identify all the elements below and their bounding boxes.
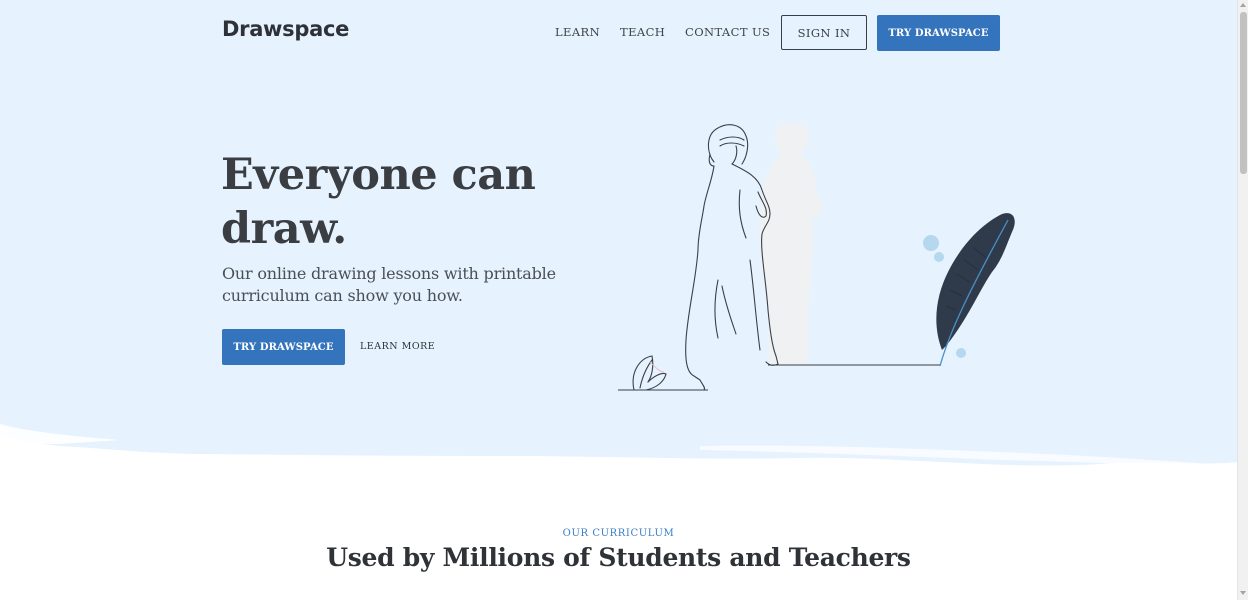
nav-link-contact-us[interactable]: CONTACT US xyxy=(685,25,770,39)
nav-link-teach[interactable]: TEACH xyxy=(620,25,665,39)
hero-illustration xyxy=(618,122,1015,391)
shadow-silhouette xyxy=(759,122,823,364)
hero-try-drawspace-button[interactable]: TRY DRAWSPACE xyxy=(222,329,345,365)
vertical-scrollbar[interactable] xyxy=(1237,0,1248,600)
page: Drawspace LEARN TEACH CONTACT US SIGN IN… xyxy=(0,0,1237,600)
hero-title: Everyone can draw. xyxy=(221,150,536,254)
scroll-up-arrow-icon[interactable] xyxy=(1240,3,1246,7)
leaf-sketch xyxy=(632,355,667,391)
sign-in-button[interactable]: SIGN IN xyxy=(781,15,867,50)
bubble-medium xyxy=(934,252,944,262)
feather-quill-icon xyxy=(936,213,1015,367)
section-title: Used by Millions of Students and Teacher… xyxy=(326,543,911,572)
top-navigation: Drawspace LEARN TEACH CONTACT US SIGN IN… xyxy=(0,0,1237,64)
logo[interactable]: Drawspace xyxy=(222,17,349,41)
bubble-large xyxy=(923,235,939,251)
hero-subtitle: Our online drawing lessons with printabl… xyxy=(222,264,556,305)
nav-try-drawspace-button[interactable]: TRY DRAWSPACE xyxy=(877,15,1000,51)
scroll-down-arrow-icon[interactable] xyxy=(1240,591,1246,595)
bubble-small xyxy=(956,348,966,358)
scroll-thumb[interactable] xyxy=(1240,12,1247,174)
learn-more-link[interactable]: LEARN MORE xyxy=(360,341,435,352)
section-eyebrow: OUR CURRICULUM xyxy=(562,528,675,539)
nav-link-learn[interactable]: LEARN xyxy=(555,25,600,39)
